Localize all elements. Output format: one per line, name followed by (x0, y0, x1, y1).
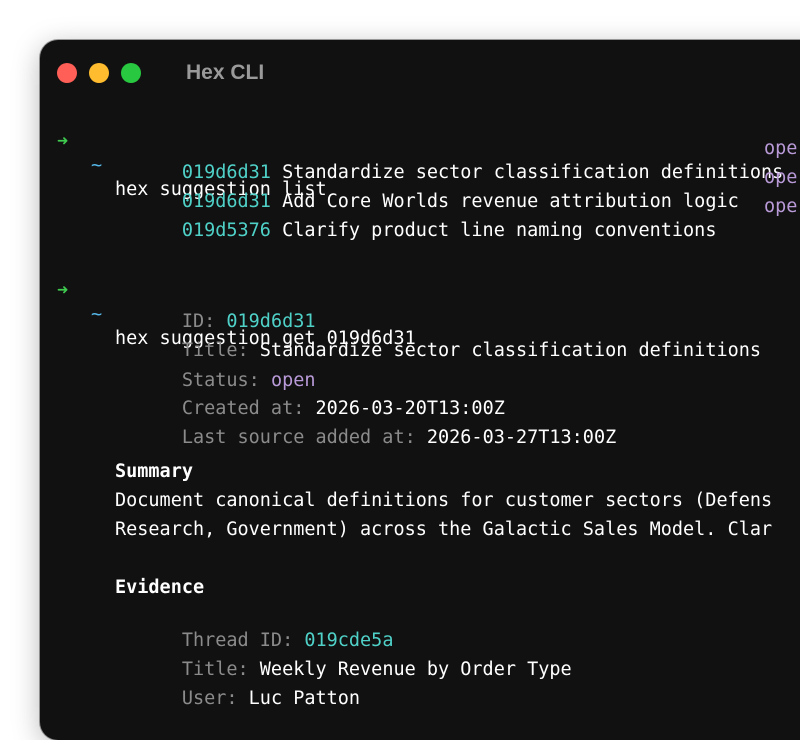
evidence-user-value: Luc Patton (248, 688, 361, 709)
detail-created-row: Created at: 2026-03-20T13:00Z (115, 373, 505, 419)
suggestion-status: ope (764, 196, 798, 217)
evidence-title-row: Title: Weekly Revenue by Order Type (115, 634, 572, 680)
close-window-button[interactable] (57, 63, 77, 83)
command-line-get: ➜ ~ hex suggestion get 019d6d31 (40, 255, 416, 349)
summary-heading: Summary (115, 461, 193, 482)
suggestion-id: 019d5376 (181, 220, 271, 241)
command-line-list: ➜ ~ hex suggestion list (40, 106, 327, 200)
detail-status-row: Status: open (115, 345, 316, 391)
evidence-user-label: User: (181, 688, 238, 709)
detail-source-value: 2026-03-27T13:00Z (426, 427, 617, 448)
prompt-cwd: ~ (91, 304, 103, 325)
detail-id-row: ID: 019d6d31 (115, 286, 316, 332)
prompt-arrow-icon: ➜ (57, 131, 69, 152)
detail-source-row: Last source added at: 2026-03-27T13:00Z (115, 402, 616, 448)
suggestion-title: Clarify product line naming conventions (282, 220, 717, 241)
terminal-window: Hex CLI ➜ ~ hex suggestion list 019d6d31… (40, 40, 800, 740)
summary-text-line: Document canonical definitions for custo… (115, 490, 773, 511)
window-title: Hex CLI (186, 61, 265, 84)
list-item: 019d6d31 Standardize sector classificati… (115, 137, 783, 183)
summary-text-line: Research, Government) across the Galacti… (115, 519, 773, 540)
evidence-thread-row: Thread ID: 019cde5a (115, 605, 394, 651)
evidence-user-row: User: Luc Patton (115, 663, 360, 709)
prompt-arrow-icon: ➜ (57, 280, 69, 301)
minimize-window-button[interactable] (89, 63, 109, 83)
detail-title-value: Standardize sector classification defini… (259, 340, 762, 361)
maximize-window-button[interactable] (121, 63, 141, 83)
suggestion-status: ope (764, 167, 798, 188)
evidence-heading: Evidence (115, 577, 205, 598)
suggestion-status: ope (764, 138, 798, 159)
prompt-cwd: ~ (91, 155, 103, 176)
list-item: 019d6d31 Add Core Worlds revenue attribu… (115, 166, 739, 212)
detail-source-label: Last source added at: (181, 427, 416, 448)
title-bar: Hex CLI (40, 40, 800, 106)
detail-title-row: Title: Standardize sector classification… (115, 315, 761, 361)
list-item: 019d5376 Clarify product line naming con… (115, 195, 717, 241)
